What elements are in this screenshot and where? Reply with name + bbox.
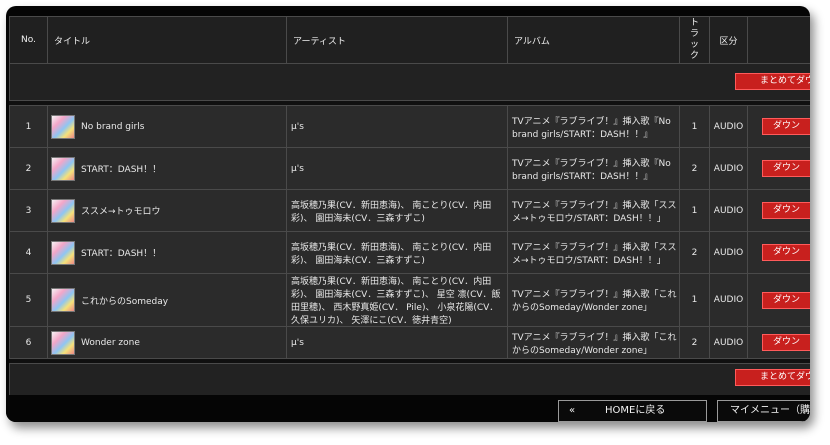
row-title: START：DASH！！ [81,249,162,259]
row-no: 1 [9,105,48,148]
row-artist: μ's [286,105,508,148]
download-button[interactable]: ダウン [762,244,810,261]
row-artist: 高坂穂乃果(CV．新田恵海)、 南ことり(CV．内田彩)、 園田海未(CV．三森… [286,231,508,274]
track-table-container: No. タイトル アーティスト アルバム トラック 区分 まとめてダウンロ 1 … [9,16,810,401]
row-type: AUDIO [709,326,748,359]
header-track: トラック [679,16,710,64]
row-album: TVアニメ『ラブライブ！』挿入歌「ススメ→トゥモロウ/START：DASH！！」 [507,231,680,274]
row-album: TVアニメ『ラブライブ！』挿入歌「ススメ→トゥモロウ/START：DASH！！」 [507,189,680,232]
row-title: Wonder zone [81,337,140,348]
header-row: No. タイトル アーティスト アルバム トラック 区分 [9,16,810,64]
row-track: 1 [679,189,710,232]
row-track: 2 [679,147,710,190]
download-button[interactable]: ダウン [762,334,810,351]
album-thumbnail [51,240,75,265]
row-album: TVアニメ『ラブライブ！』挿入歌『No brand girls/START：DA… [507,147,680,190]
album-thumbnail [51,156,75,181]
row-track: 2 [679,231,710,274]
row-album: TVアニメ『ラブライブ！』挿入歌「これからのSomeday/Wonder zon… [507,326,680,359]
table-row: 2 START：DASH！！ μ's TVアニメ『ラブライブ！』挿入歌『No b… [9,147,810,190]
home-button-label: HOMEに戻る [605,405,666,416]
bulk-download-row-top: まとめてダウンロ [9,63,810,101]
table-row: 1 No brand girls μ's TVアニメ『ラブライブ！』挿入歌『No… [9,105,810,148]
row-track: 1 [679,273,710,327]
album-thumbnail [51,114,75,139]
row-no: 3 [9,189,48,232]
row-no: 4 [9,231,48,274]
row-type: AUDIO [709,147,748,190]
row-artist: μ's [286,147,508,190]
row-type: AUDIO [709,273,748,327]
row-no: 5 [9,273,48,327]
row-title: No brand girls [81,121,145,132]
header-album: アルバム [507,16,680,64]
download-button[interactable]: ダウン [762,160,810,177]
table-row: 3 ススメ→トゥモロウ 高坂穂乃果(CV．新田恵海)、 南ことり(CV．内田彩)… [9,189,810,232]
mymenu-button[interactable]: マイメニュー（購入 [717,400,810,422]
row-title: ススメ→トゥモロウ [81,207,161,217]
home-button[interactable]: « HOMEに戻る [558,400,707,422]
row-type: AUDIO [709,105,748,148]
row-title: START：DASH！！ [81,165,162,175]
row-album: TVアニメ『ラブライブ！』挿入歌「これからのSomeday/Wonder zon… [507,273,680,327]
download-button[interactable]: ダウン [762,291,810,309]
album-thumbnail [51,288,75,312]
header-no: No. [9,16,48,64]
bulk-download-button-bottom[interactable]: まとめてダウンロ [734,369,810,386]
table-row: 5 これからのSomeday 高坂穂乃果(CV．新田恵海)、 南ことり(CV．内… [9,273,810,327]
header-download [747,16,810,64]
table-row: 4 START：DASH！！ 高坂穂乃果(CV．新田恵海)、 南ことり(CV．内… [9,231,810,274]
row-no: 2 [9,147,48,190]
footer-nav: « HOMEに戻る マイメニュー（購入 [6,395,810,422]
header-title: タイトル [47,16,287,64]
row-artist: μ's [286,326,508,359]
row-track: 2 [679,326,710,359]
row-track: 1 [679,105,710,148]
row-artist: 高坂穂乃果(CV．新田恵海)、 南ことり(CV．内田彩)、 園田海未(CV．三森… [286,189,508,232]
table-row: 6 Wonder zone μ's TVアニメ『ラブライブ！』挿入歌「これからの… [9,326,810,359]
row-no: 6 [9,326,48,359]
download-button[interactable]: ダウン [762,202,810,219]
album-thumbnail [51,330,75,355]
track-table: No. タイトル アーティスト アルバム トラック 区分 まとめてダウンロ 1 … [9,16,810,401]
double-left-arrow-icon: « [569,405,576,416]
download-panel: No. タイトル アーティスト アルバム トラック 区分 まとめてダウンロ 1 … [6,6,810,422]
row-title: これからのSomeday [81,296,169,307]
row-type: AUDIO [709,189,748,232]
header-artist: アーティスト [286,16,508,64]
row-type: AUDIO [709,231,748,274]
bulk-download-button-top[interactable]: まとめてダウンロ [734,73,810,90]
row-artist: 高坂穂乃果(CV．新田恵海)、 南ことり(CV．内田彩)、 園田海未(CV．三森… [286,273,508,327]
row-album: TVアニメ『ラブライブ！』挿入歌『No brand girls/START：DA… [507,105,680,148]
header-type: 区分 [709,16,748,64]
album-thumbnail [51,198,75,223]
download-button[interactable]: ダウン [762,118,810,135]
